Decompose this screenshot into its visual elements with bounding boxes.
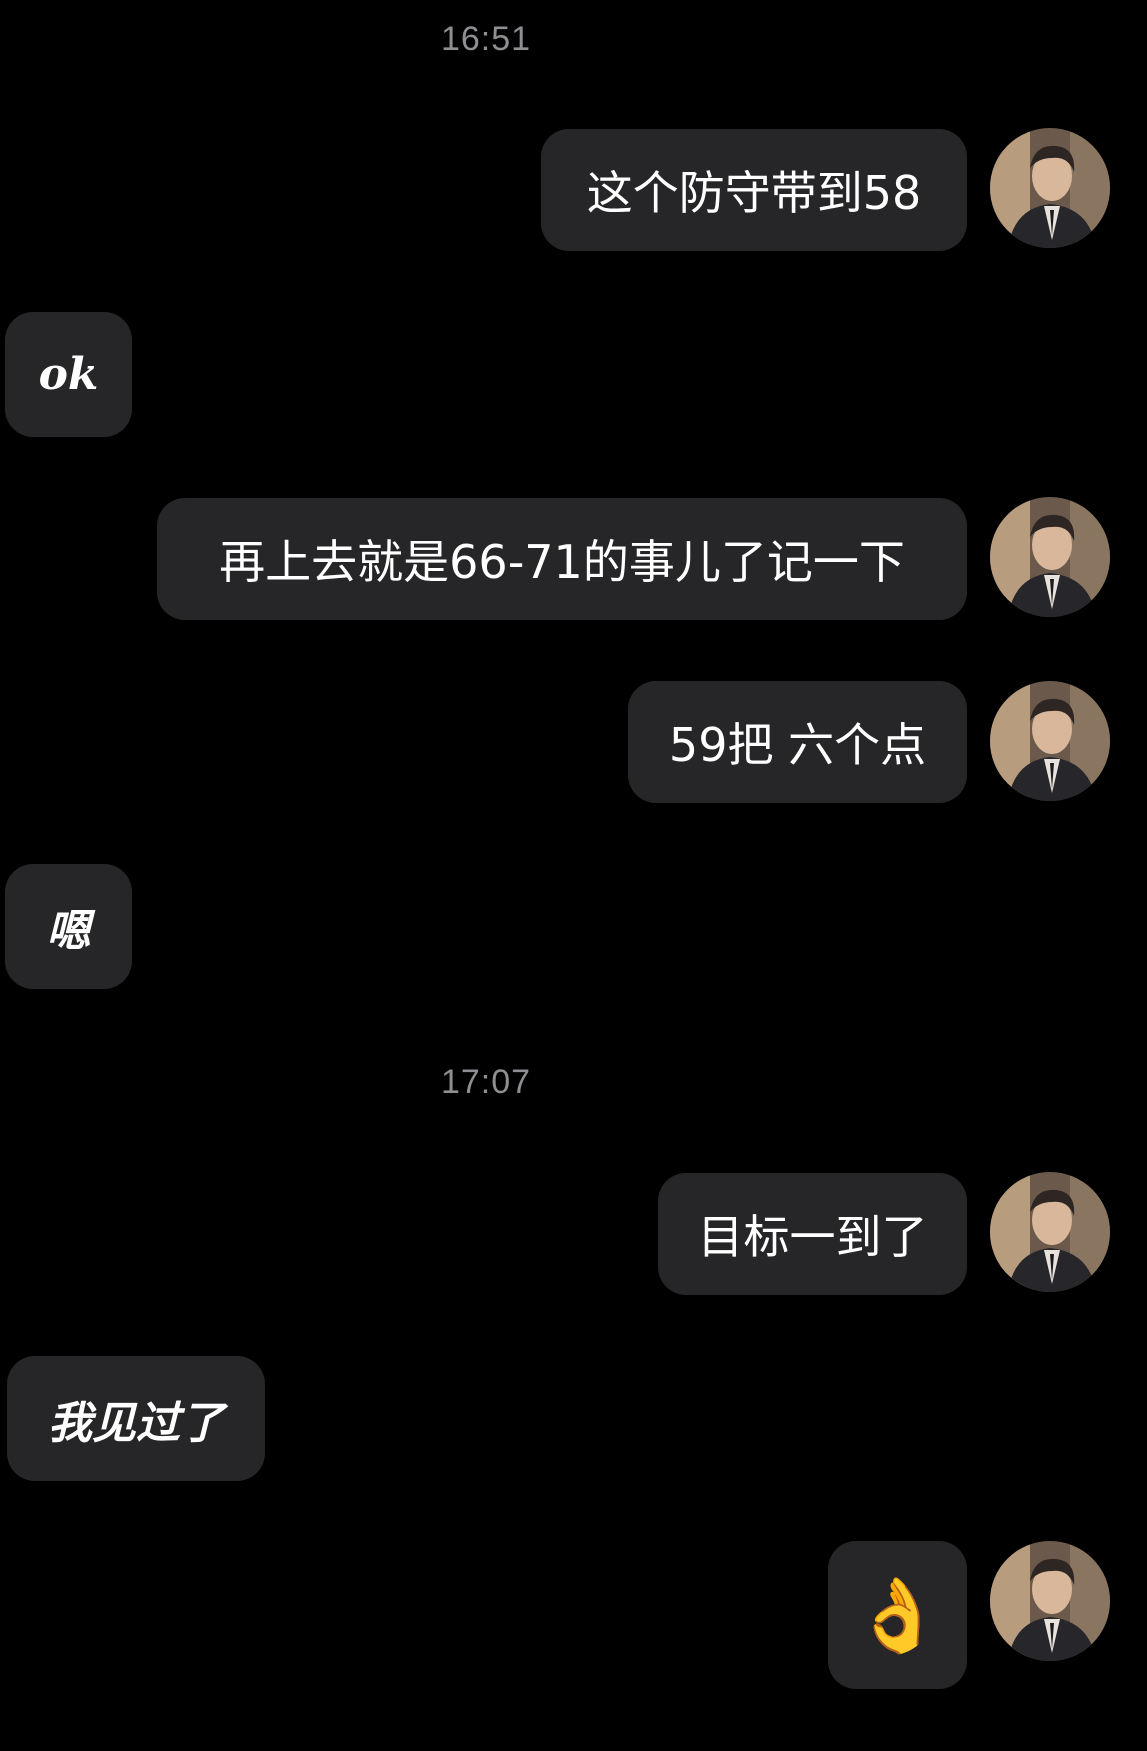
message-text: 再上去就是66-71的事儿了记一下 [219,535,905,589]
message-text: 59把 六个点 [668,718,927,772]
outgoing-message-bubble[interactable]: 这个防守带到58 [541,129,967,251]
avatar[interactable] [990,128,1110,248]
timestamp: 16:51 [440,20,532,58]
timestamp: 17:07 [440,1063,532,1101]
message-text: ok [38,349,99,400]
man-in-suit-avatar-icon [990,681,1110,801]
outgoing-emoji-bubble[interactable]: 👌 [828,1541,967,1689]
ok-hand-emoji: 👌 [852,1572,943,1657]
outgoing-message-bubble[interactable]: 目标一到了 [658,1173,967,1295]
avatar[interactable] [990,1541,1110,1661]
man-in-suit-avatar-icon [990,497,1110,617]
outgoing-message-bubble[interactable]: 59把 六个点 [628,681,967,803]
message-text: 我见过了 [48,1397,224,1449]
message-text: 目标一到了 [697,1210,928,1264]
man-in-suit-avatar-icon [990,1541,1110,1661]
incoming-message-bubble[interactable]: 我见过了 [7,1356,265,1481]
avatar[interactable] [990,1172,1110,1292]
outgoing-message-bubble[interactable]: 再上去就是66-71的事儿了记一下 [157,498,967,620]
incoming-message-bubble[interactable]: 嗯 [5,864,132,989]
man-in-suit-avatar-icon [990,128,1110,248]
man-in-suit-avatar-icon [990,1172,1110,1292]
incoming-message-bubble[interactable]: ok [5,312,132,437]
message-text: 嗯 [46,905,91,957]
message-text: 这个防守带到58 [586,166,922,220]
avatar[interactable] [990,497,1110,617]
avatar[interactable] [990,681,1110,801]
